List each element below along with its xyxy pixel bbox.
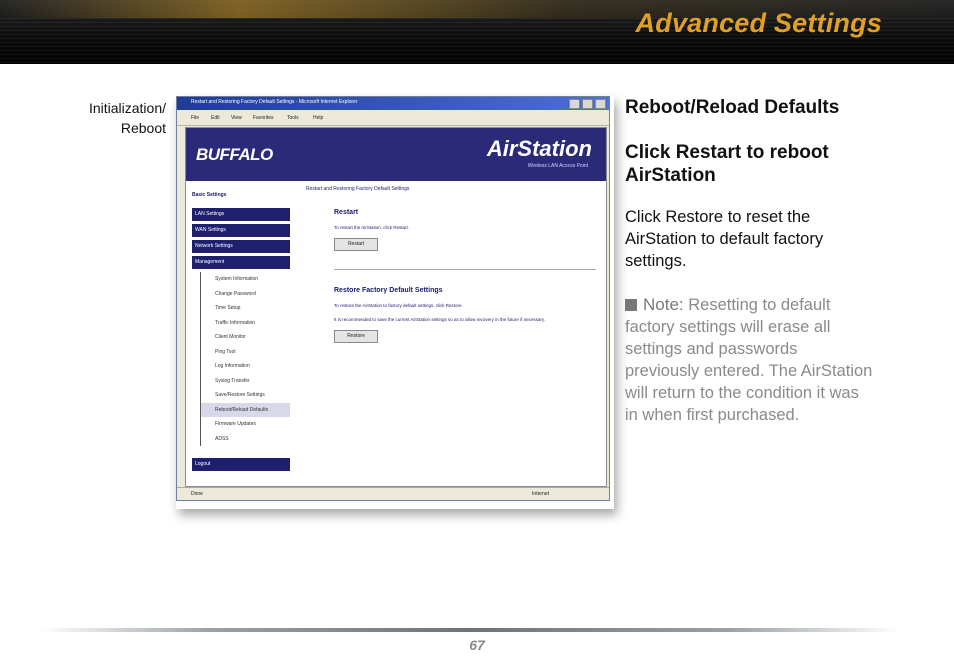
sub-change-password: Change Password (200, 286, 290, 301)
page-number: 67 (469, 637, 485, 653)
maximize-icon (582, 99, 593, 109)
restart-heading: Restart (334, 209, 359, 216)
restore-button: Restore (334, 330, 378, 343)
note-text: Resetting to default factory settings wi… (625, 296, 873, 424)
minimize-icon (569, 99, 580, 109)
screenshot-figure: Restart and Restoring Factory Default Se… (176, 96, 614, 509)
restore-text: To restore the AirStation to factory def… (334, 303, 463, 308)
airstation-logo: AirStation (486, 136, 592, 161)
section-divider (334, 269, 596, 270)
page-header: Advanced Settings (0, 0, 954, 64)
sub-log-information: Log Information (200, 359, 290, 374)
browser-menubar: File Edit View Favorites Tools Help (177, 111, 609, 126)
restore-warning: It is recommended to save the current Ai… (334, 317, 546, 322)
window-controls (569, 99, 606, 109)
page-title: Advanced Settings (635, 8, 882, 38)
footer-rule (40, 628, 900, 632)
nav-management: Management (192, 256, 290, 269)
close-icon (595, 99, 606, 109)
screenshot-caption: Initialization/ Reboot (89, 98, 166, 138)
browser-titlebar: Restart and Restoring Factory Default Se… (177, 97, 609, 110)
caption-line-1: Initialization/ (88, 100, 166, 116)
nav-network-settings: Network Settings (192, 240, 290, 253)
sub-client-monitor: Client Monitor (200, 330, 290, 345)
note-block: Note: Resetting to default factory setti… (625, 294, 875, 426)
sub-reboot-reload-defaults: Reboot/Reload Defaults (200, 402, 290, 417)
menu-file: File (191, 115, 200, 121)
restore-instructions: Click Restore to reset the AirStation to… (625, 208, 824, 270)
content-breadcrumb: Restart and Restoring Factory Default Se… (306, 186, 410, 192)
airstation-subtitle: Wireless LAN Access Point (527, 163, 588, 169)
note-label: Note: (643, 295, 684, 314)
status-text: Done (191, 491, 203, 497)
config-sidebar: Basic Settings LAN Settings WAN Settings… (192, 186, 290, 474)
nav-lan-settings: LAN Settings (192, 208, 290, 221)
browser-page: BUFFALO AirStation Wireless LAN Access P… (185, 127, 607, 487)
sub-ping-tool: Ping Tool (200, 344, 290, 359)
section-heading: Reboot/Reload Defaults (625, 97, 840, 118)
menu-edit: Edit (211, 115, 220, 121)
nav-wan-settings: WAN Settings (192, 224, 290, 237)
menu-view: View (231, 115, 242, 121)
basic-settings-link: Basic Settings (192, 192, 227, 198)
menu-tools: Tools (287, 115, 299, 121)
menu-help: Help (313, 115, 324, 121)
sub-syslog-transfer: Syslog Transfer (200, 373, 290, 388)
sub-save-restore-settings: Save/Restore Settings (200, 388, 290, 403)
airstation-banner: BUFFALO AirStation Wireless LAN Access P… (186, 128, 606, 181)
browser-statusbar: Done Internet (177, 487, 609, 500)
sub-time-setup: Time Setup (200, 301, 290, 316)
sub-firmware-updates: Firmware Updates (200, 417, 290, 432)
instructions-column: Reboot/Reload Defaults Click Restart to … (625, 96, 875, 426)
caption-line-2: Reboot (120, 120, 166, 136)
browser-window: Restart and Restoring Factory Default Se… (176, 96, 610, 501)
buffalo-logo: BUFFALO (196, 145, 273, 164)
note-bullet-icon (625, 299, 637, 311)
sub-traffic-information: Traffic Information (200, 315, 290, 330)
config-content: Restart and Restoring Factory Default Se… (306, 186, 596, 343)
browser-title: Restart and Restoring Factory Default Se… (191, 99, 358, 105)
restart-button: Restart (334, 238, 378, 251)
sub-system-information: System Information (200, 272, 290, 287)
restart-text: To restart the AirStation, click Restart… (334, 225, 410, 230)
menu-favorites: Favorites (253, 115, 274, 121)
nav-logout: Logout (192, 458, 290, 471)
restore-heading: Restore Factory Default Settings (334, 287, 443, 294)
status-zone: Internet (532, 491, 549, 497)
section-subheading: Click Restart to reboot AirStation (625, 142, 829, 186)
sub-adss: ADSS (200, 431, 290, 446)
